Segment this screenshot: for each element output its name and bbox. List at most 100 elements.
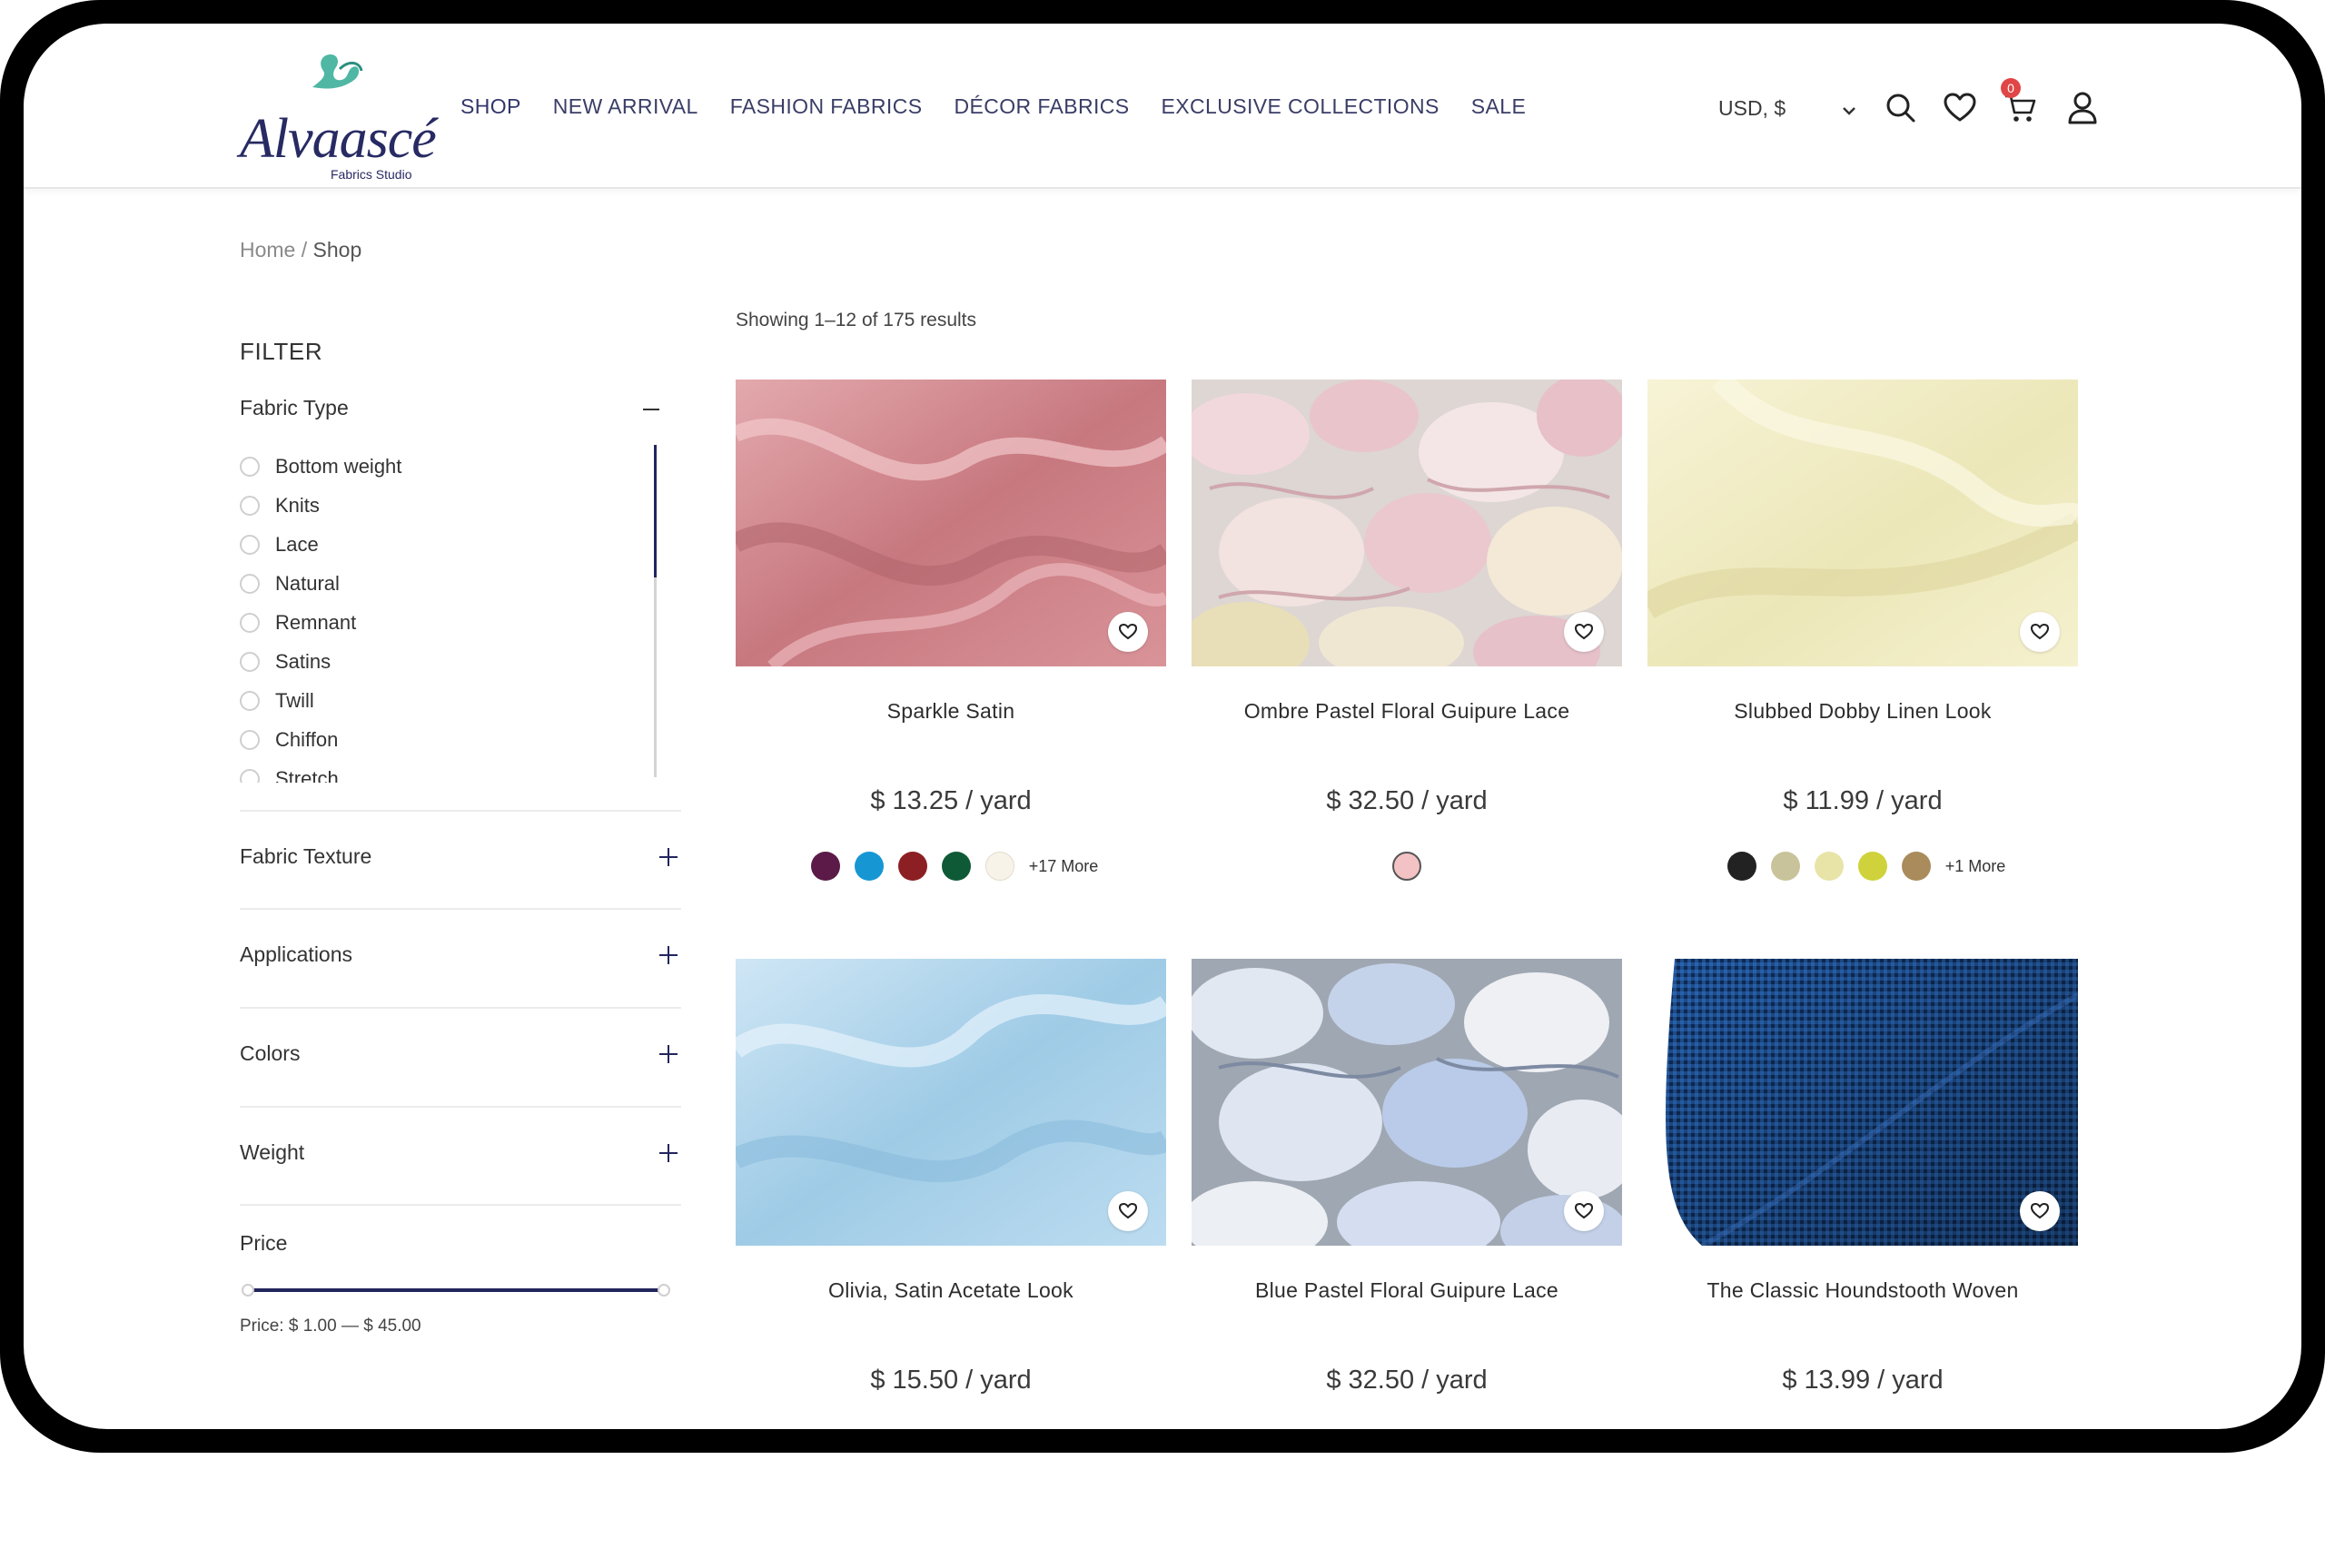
heart-icon bbox=[1574, 1202, 1594, 1219]
radio-icon[interactable] bbox=[240, 573, 260, 594]
nav-new-arrival[interactable]: NEW ARRIVAL bbox=[553, 94, 698, 119]
product-price: $ 32.50 / yard bbox=[1326, 786, 1488, 815]
filter-title: FILTER bbox=[240, 338, 323, 365]
product-image[interactable] bbox=[736, 959, 1166, 1246]
color-swatch-selected[interactable] bbox=[1392, 852, 1421, 881]
radio-icon[interactable] bbox=[240, 651, 260, 672]
fabric-type-option[interactable]: Stretch bbox=[240, 759, 639, 783]
color-swatch[interactable] bbox=[1857, 852, 1887, 881]
expand-plus-icon[interactable] bbox=[659, 946, 678, 964]
nav-sale[interactable]: SALE bbox=[1471, 94, 1526, 119]
product-name[interactable]: Sparkle Satin bbox=[736, 699, 1166, 724]
filter-fabric-texture[interactable]: Fabric Texture bbox=[240, 810, 681, 910]
more-colors-link[interactable]: +1 More bbox=[1945, 857, 2006, 876]
product-name[interactable]: Blue Pastel Floral Guipure Lace bbox=[1192, 1278, 1622, 1303]
currency-selector[interactable]: USD, $ bbox=[1718, 96, 1786, 121]
fabric-type-options: Bottom weight Knits Lace Natural Remnant… bbox=[240, 447, 639, 783]
breadcrumb-home[interactable]: Home bbox=[240, 238, 295, 261]
add-to-wishlist-button[interactable] bbox=[1564, 612, 1604, 652]
radio-icon[interactable] bbox=[240, 729, 260, 750]
fabric-type-option[interactable]: Twill bbox=[240, 681, 639, 720]
color-swatch[interactable] bbox=[1770, 852, 1800, 881]
nav-decor-fabrics[interactable]: DÉCOR FABRICS bbox=[954, 94, 1129, 119]
nav-exclusive-collections[interactable]: EXCLUSIVE COLLECTIONS bbox=[1162, 94, 1440, 119]
price-min-handle[interactable] bbox=[242, 1284, 254, 1297]
brand-logo[interactable]: Alvaascé Fabrics Studio bbox=[240, 51, 437, 182]
chevron-down-icon[interactable] bbox=[1836, 98, 1862, 123]
color-swatch[interactable] bbox=[897, 852, 927, 881]
pink-floral-lace-image bbox=[1192, 380, 1622, 666]
product-price: $ 13.25 / yard bbox=[870, 786, 1032, 815]
section-label: Applications bbox=[240, 942, 353, 966]
fabric-type-label[interactable]: Fabric Type bbox=[240, 396, 658, 420]
product-price: $ 15.50 / yard bbox=[870, 1366, 1032, 1395]
product-image[interactable] bbox=[1192, 380, 1622, 666]
nav-fashion-fabrics[interactable]: FASHION FABRICS bbox=[730, 94, 923, 119]
product-name[interactable]: The Classic Houndstooth Woven bbox=[1647, 1278, 2078, 1303]
fabric-type-option[interactable]: Bottom weight bbox=[240, 447, 639, 486]
add-to-wishlist-button[interactable] bbox=[1108, 1191, 1148, 1231]
color-swatch[interactable] bbox=[984, 852, 1014, 881]
radio-icon[interactable] bbox=[240, 690, 260, 711]
radio-icon[interactable] bbox=[240, 768, 260, 783]
nav-shop[interactable]: SHOP bbox=[460, 94, 521, 119]
add-to-wishlist-button[interactable] bbox=[2020, 612, 2060, 652]
results-count: Showing 1–12 of 175 results bbox=[736, 310, 977, 330]
add-to-wishlist-button[interactable] bbox=[2020, 1191, 2060, 1231]
color-swatch[interactable] bbox=[1814, 852, 1844, 881]
color-swatch[interactable] bbox=[1726, 852, 1756, 881]
price-range-slider[interactable] bbox=[242, 1281, 670, 1299]
wishlist-heart-icon[interactable] bbox=[1941, 89, 1979, 127]
product-name[interactable]: Olivia, Satin Acetate Look bbox=[736, 1278, 1166, 1303]
fabric-type-option[interactable]: Lace bbox=[240, 525, 639, 564]
product-name[interactable]: Slubbed Dobby Linen Look bbox=[1647, 699, 2078, 724]
product-image[interactable] bbox=[1647, 959, 2078, 1246]
radio-icon[interactable] bbox=[240, 534, 260, 555]
product-card[interactable]: Sparkle Satin $ 13.25 / yard +17 More bbox=[736, 380, 1166, 881]
product-name[interactable]: Ombre Pastel Floral Guipure Lace bbox=[1192, 699, 1622, 724]
product-card[interactable]: Slubbed Dobby Linen Look $ 11.99 / yard … bbox=[1647, 380, 2078, 881]
option-label: Satins bbox=[275, 649, 331, 673]
expand-plus-icon[interactable] bbox=[659, 1045, 678, 1063]
collapse-minus-icon[interactable] bbox=[643, 409, 659, 410]
pink-satin-image bbox=[736, 380, 1166, 666]
product-card[interactable]: Ombre Pastel Floral Guipure Lace $ 32.50… bbox=[1192, 380, 1622, 881]
filter-colors[interactable]: Colors bbox=[240, 1007, 681, 1107]
main-nav: SHOP NEW ARRIVAL FASHION FABRICS DÉCOR F… bbox=[460, 94, 1558, 119]
product-card[interactable]: The Classic Houndstooth Woven $ 13.99 / … bbox=[1647, 959, 2078, 1395]
heart-icon bbox=[2030, 1202, 2050, 1219]
product-image[interactable] bbox=[736, 380, 1166, 666]
color-swatch[interactable] bbox=[941, 852, 971, 881]
product-card[interactable]: Blue Pastel Floral Guipure Lace $ 32.50 … bbox=[1192, 959, 1622, 1395]
add-to-wishlist-button[interactable] bbox=[1564, 1191, 1604, 1231]
device-frame: Alvaascé Fabrics Studio SHOP NEW ARRIVAL… bbox=[0, 0, 2325, 1453]
color-swatch[interactable] bbox=[810, 852, 840, 881]
options-scrollbar-thumb[interactable] bbox=[654, 445, 657, 577]
color-swatches: +17 More bbox=[736, 852, 1166, 881]
product-card[interactable]: Olivia, Satin Acetate Look $ 15.50 / yar… bbox=[736, 959, 1166, 1395]
more-colors-link[interactable]: +17 More bbox=[1029, 857, 1099, 876]
add-to-wishlist-button[interactable] bbox=[1108, 612, 1148, 652]
fabric-type-option[interactable]: Satins bbox=[240, 642, 639, 681]
color-swatch[interactable] bbox=[1901, 852, 1931, 881]
account-user-icon[interactable] bbox=[2063, 89, 2102, 127]
breadcrumb: Home / Shop bbox=[240, 238, 361, 262]
price-max-handle[interactable] bbox=[658, 1284, 670, 1297]
expand-plus-icon[interactable] bbox=[659, 1144, 678, 1162]
fabric-type-option[interactable]: Chiffon bbox=[240, 720, 639, 759]
radio-icon[interactable] bbox=[240, 456, 260, 477]
option-label: Remnant bbox=[275, 610, 357, 634]
search-icon[interactable] bbox=[1882, 89, 1920, 127]
radio-icon[interactable] bbox=[240, 495, 260, 516]
radio-icon[interactable] bbox=[240, 612, 260, 633]
price-range-text: Price: $ 1.00 — $ 45.00 bbox=[240, 1317, 421, 1336]
expand-plus-icon[interactable] bbox=[659, 848, 678, 866]
fabric-type-option[interactable]: Knits bbox=[240, 486, 639, 525]
fabric-type-option[interactable]: Natural bbox=[240, 564, 639, 603]
filter-applications[interactable]: Applications bbox=[240, 908, 681, 1008]
product-image[interactable] bbox=[1647, 380, 2078, 666]
product-image[interactable] bbox=[1192, 959, 1622, 1246]
color-swatch[interactable] bbox=[854, 852, 884, 881]
filter-weight[interactable]: Weight bbox=[240, 1106, 681, 1206]
fabric-type-option[interactable]: Remnant bbox=[240, 603, 639, 642]
